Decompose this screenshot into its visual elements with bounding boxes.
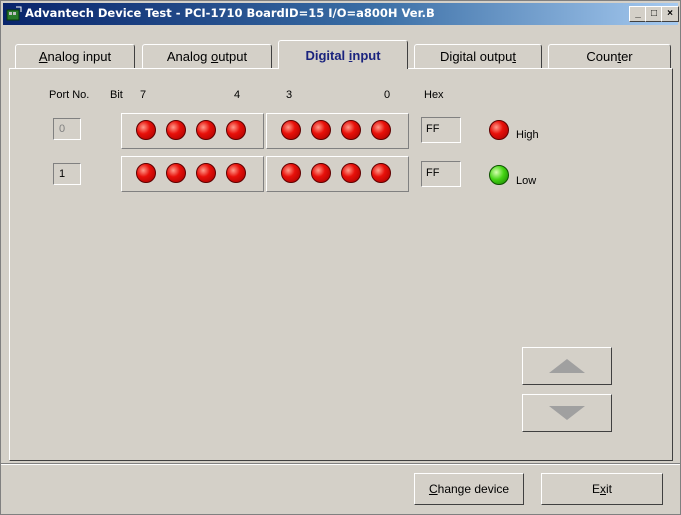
close-button[interactable]: ×: [661, 6, 679, 22]
tab-analog-input[interactable]: Analog input: [15, 44, 135, 68]
bit-led: [136, 163, 156, 183]
button-label: hange device: [437, 482, 510, 496]
high-indicator-icon: [489, 120, 509, 140]
low-indicator-icon: [489, 165, 509, 185]
led-group-low-nibble: [266, 113, 409, 149]
port-number-field: 0: [53, 118, 81, 140]
close-icon: ×: [667, 8, 673, 19]
led-group-high-nibble: [121, 156, 264, 192]
change-device-button[interactable]: Change device: [414, 473, 524, 505]
scroll-down-button[interactable]: [522, 394, 612, 432]
bit-led: [281, 120, 301, 140]
tab-analog-output[interactable]: Analog output: [142, 44, 272, 68]
bit-led: [371, 163, 391, 183]
tab-label-accel: t: [512, 49, 516, 64]
bit-led: [136, 120, 156, 140]
tab-label: Digital outpu: [440, 49, 513, 64]
tab-digital-output[interactable]: Digital output: [414, 44, 542, 68]
hex-value-field: FF: [421, 161, 461, 187]
tab-label: utput: [218, 49, 248, 64]
tab-label-accel: A: [38, 49, 48, 64]
hex-value-field: FF: [421, 117, 461, 143]
tab-counter[interactable]: Counter: [548, 44, 671, 68]
bit-4-label: 4: [234, 89, 241, 101]
tab-digital-input[interactable]: Digital input: [278, 40, 408, 69]
led-group-high-nibble: [121, 113, 264, 149]
maximize-icon: □: [650, 8, 658, 19]
device-test-app-icon: [6, 6, 22, 21]
bit-led: [166, 120, 186, 140]
bit-led: [341, 163, 361, 183]
bit-led: [311, 120, 331, 140]
bit-led: [226, 163, 246, 183]
app-window: Advantech Device Test - PCI-1710 BoardID…: [0, 0, 681, 515]
led-group-low-nibble: [266, 156, 409, 192]
button-label: it: [606, 482, 612, 496]
window-title: Advantech Device Test - PCI-1710 BoardID…: [25, 6, 435, 20]
bit-led: [226, 120, 246, 140]
low-label: Low: [516, 175, 537, 187]
port-no-header: Port No.: [49, 89, 90, 101]
footer-separator: [1, 463, 680, 465]
tab-label: nalog input: [47, 49, 112, 64]
exit-button[interactable]: Exit: [541, 473, 663, 505]
bit-7-label: 7: [140, 89, 147, 101]
port-number-field: 1: [53, 163, 81, 185]
button-label-accel: C: [428, 482, 438, 496]
bit-led: [166, 163, 186, 183]
high-label: High: [516, 129, 539, 141]
triangle-down-icon: [549, 406, 585, 420]
bit-led: [196, 163, 216, 183]
tab-label: er: [621, 49, 633, 64]
bit-0-label: 0: [384, 89, 391, 101]
bit-led: [196, 120, 216, 140]
tab-label: Coun: [586, 49, 618, 64]
bit-led: [341, 120, 361, 140]
hex-header: Hex: [424, 89, 444, 101]
tab-label: Digital: [305, 48, 349, 63]
minimize-icon: _: [635, 8, 641, 19]
tab-label: Analog: [166, 49, 211, 64]
bit-led: [371, 120, 391, 140]
title-bar[interactable]: Advantech Device Test - PCI-1710 BoardID…: [3, 3, 679, 25]
bit-3-label: 3: [286, 89, 293, 101]
bit-led: [311, 163, 331, 183]
triangle-up-icon: [549, 359, 585, 373]
bit-led: [281, 163, 301, 183]
scroll-up-button[interactable]: [522, 347, 612, 385]
button-label: E: [591, 482, 600, 496]
bit-header: Bit: [110, 89, 123, 101]
tab-label: nput: [352, 48, 381, 63]
